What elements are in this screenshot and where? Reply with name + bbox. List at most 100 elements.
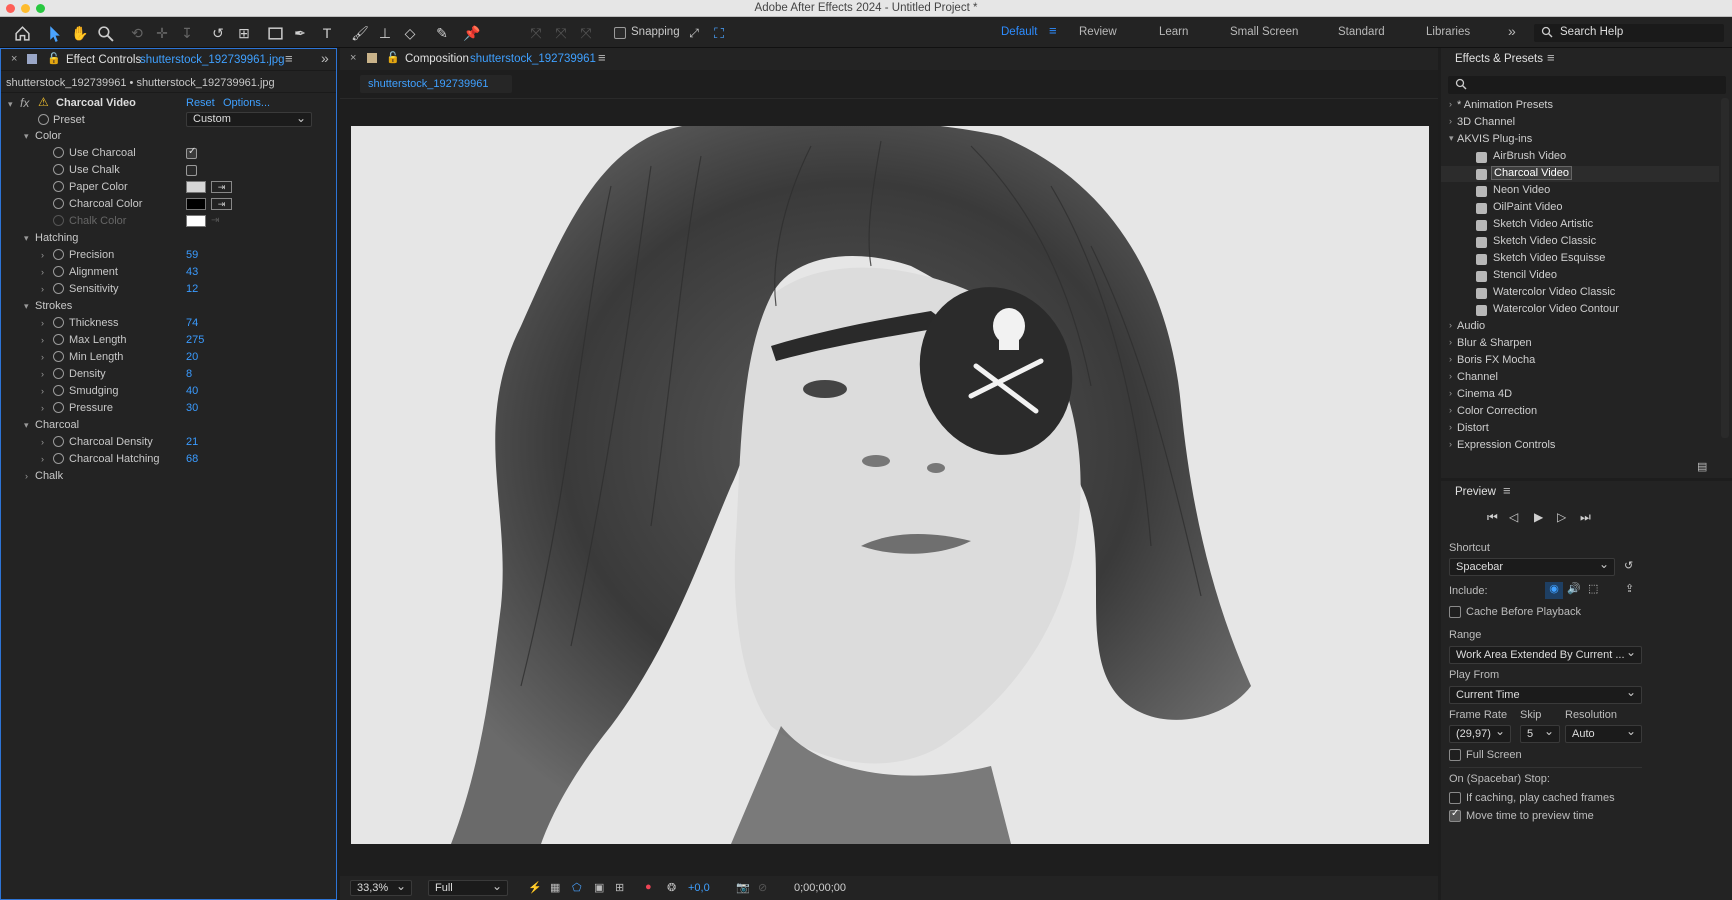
- range-dropdown[interactable]: Work Area Extended By Current ...: [1449, 645, 1642, 664]
- effects-item[interactable]: Watercolor Video Contour: [1441, 302, 1719, 318]
- hand-tool-icon[interactable]: ✋: [70, 23, 90, 43]
- new-bin-icon[interactable]: ▤: [1697, 460, 1707, 473]
- stopwatch-icon[interactable]: [53, 402, 64, 413]
- pen-tool-icon[interactable]: ✒: [290, 23, 310, 43]
- effects-category[interactable]: › Color Correction: [1441, 404, 1719, 420]
- stopwatch-icon[interactable]: [53, 249, 64, 260]
- brush-tool-icon[interactable]: 🖌: [350, 23, 370, 43]
- mask-visibility-icon[interactable]: ⬠: [572, 881, 582, 894]
- eraser-tool-icon[interactable]: ◇: [400, 23, 420, 43]
- rotation-tool-icon[interactable]: ↺: [208, 23, 228, 43]
- rectangle-tool-icon[interactable]: [265, 23, 285, 43]
- charcoal-color-swatch[interactable]: [186, 198, 206, 210]
- current-time-display[interactable]: 0;00;00;00: [794, 882, 846, 894]
- expand-panels-icon[interactable]: »: [321, 50, 329, 66]
- expand-icon[interactable]: ›: [1449, 422, 1452, 432]
- workspace-standard[interactable]: Standard: [1338, 26, 1385, 38]
- play-icon[interactable]: ▶: [1534, 510, 1543, 524]
- expand-property-icon[interactable]: ›: [41, 386, 44, 396]
- eyedropper-icon[interactable]: ⇥: [211, 198, 232, 210]
- expand-icon[interactable]: ›: [1449, 354, 1452, 364]
- transparency-grid-icon[interactable]: ▦: [550, 881, 560, 894]
- workspace-default[interactable]: Default: [1001, 26, 1037, 38]
- next-frame-icon[interactable]: ▷: [1557, 510, 1566, 524]
- effects-item[interactable]: Charcoal Video: [1441, 166, 1719, 182]
- skip-dropdown[interactable]: 5: [1520, 724, 1560, 743]
- use-chalk-checkbox[interactable]: [186, 165, 197, 176]
- precision-value[interactable]: 59: [186, 249, 198, 261]
- dolly-camera-icon[interactable]: ↧: [177, 23, 197, 43]
- cache-before-playback-checkbox[interactable]: [1449, 606, 1461, 618]
- expand-property-icon[interactable]: ›: [41, 250, 44, 260]
- region-of-interest-icon[interactable]: ▣: [594, 881, 604, 894]
- chalk-group-label[interactable]: Chalk: [35, 470, 63, 482]
- stopwatch-icon[interactable]: [53, 317, 64, 328]
- snapshot-camera-icon[interactable]: 📷: [736, 881, 750, 894]
- effects-item[interactable]: AirBrush Video: [1441, 149, 1719, 165]
- workspace-small-screen[interactable]: Small Screen: [1230, 26, 1298, 38]
- zoom-dropdown[interactable]: 33,3%: [350, 879, 412, 896]
- strokes-group-label[interactable]: Strokes: [35, 300, 72, 312]
- composition-tab-name[interactable]: shutterstock_192739961: [470, 53, 596, 65]
- composition-viewer-image[interactable]: [351, 126, 1429, 844]
- hatching-group-toggle-icon[interactable]: ▾: [24, 233, 29, 244]
- last-frame-icon[interactable]: ⏭: [1580, 510, 1591, 525]
- expand-icon[interactable]: ›: [1449, 405, 1452, 415]
- stopwatch-icon[interactable]: [53, 266, 64, 277]
- snapping-checkbox[interactable]: [614, 27, 626, 39]
- effect-controls-tab-label[interactable]: Effect Controls: [66, 54, 141, 66]
- expand-icon[interactable]: ›: [1449, 337, 1452, 347]
- stopwatch-icon[interactable]: [53, 147, 64, 158]
- expand-icon[interactable]: ›: [1449, 371, 1452, 381]
- stopwatch-icon[interactable]: [53, 436, 64, 447]
- color-group-label[interactable]: Color: [35, 130, 61, 142]
- close-tab-icon[interactable]: ×: [350, 52, 356, 64]
- expand-property-icon[interactable]: ›: [41, 318, 44, 328]
- strokes-group-toggle-icon[interactable]: ▾: [24, 301, 29, 312]
- density-value[interactable]: 8: [186, 368, 192, 380]
- stopwatch-icon[interactable]: [53, 368, 64, 379]
- output-icon[interactable]: ⇪: [1625, 582, 1634, 595]
- effects-item[interactable]: Neon Video: [1441, 183, 1719, 199]
- resolution-dropdown[interactable]: Full: [428, 879, 508, 896]
- composition-tab-label[interactable]: Composition: [405, 53, 469, 65]
- stopwatch-icon[interactable]: [53, 385, 64, 396]
- exposure-value[interactable]: +0,0: [688, 882, 710, 894]
- move-time-checkbox[interactable]: ✓: [1449, 808, 1461, 822]
- expand-icon[interactable]: ›: [1449, 388, 1452, 398]
- include-overlays-icon[interactable]: ⬚: [1588, 582, 1598, 595]
- effects-item[interactable]: OilPaint Video: [1441, 200, 1719, 216]
- snap-features-icon[interactable]: ⛶: [709, 23, 729, 43]
- workspace-libraries[interactable]: Libraries: [1426, 26, 1470, 38]
- axis-view-icon[interactable]: ⤧: [576, 23, 596, 43]
- orbit-camera-icon[interactable]: ⟲: [127, 23, 147, 43]
- stopwatch-icon[interactable]: [53, 351, 64, 362]
- pan-camera-icon[interactable]: ✛: [152, 23, 172, 43]
- stopwatch-icon[interactable]: [53, 334, 64, 345]
- panel-menu-icon[interactable]: ≡: [285, 51, 293, 66]
- type-tool-icon[interactable]: T: [317, 23, 337, 43]
- effects-category[interactable]: › Blur & Sharpen: [1441, 336, 1719, 352]
- effects-item[interactable]: Sketch Video Artistic: [1441, 217, 1719, 233]
- grid-guides-icon[interactable]: ⊞: [615, 881, 624, 894]
- paper-color-swatch[interactable]: [186, 181, 206, 193]
- expand-property-icon[interactable]: ›: [41, 284, 44, 294]
- charcoal-hatching-value[interactable]: 68: [186, 453, 198, 465]
- color-management-icon[interactable]: ❂: [667, 881, 676, 894]
- expand-property-icon[interactable]: ›: [41, 335, 44, 345]
- expand-icon[interactable]: ›: [1449, 116, 1452, 126]
- preset-stopwatch-icon[interactable]: [38, 114, 49, 125]
- axis-world-icon[interactable]: ⤧: [551, 23, 571, 43]
- lock-icon[interactable]: 🔓: [47, 52, 61, 65]
- panel-menu-icon[interactable]: ≡: [1503, 483, 1511, 498]
- lock-icon[interactable]: 🔓: [386, 51, 400, 64]
- stopwatch-icon[interactable]: [53, 164, 64, 175]
- color-group-toggle-icon[interactable]: ▾: [24, 131, 29, 142]
- expand-property-icon[interactable]: ›: [41, 267, 44, 277]
- close-tab-icon[interactable]: ×: [11, 53, 17, 65]
- clone-stamp-tool-icon[interactable]: ⊥: [375, 23, 395, 43]
- max-length-value[interactable]: 275: [186, 334, 204, 346]
- effects-category[interactable]: › Distort: [1441, 421, 1719, 437]
- include-audio-icon[interactable]: 🔊: [1567, 582, 1581, 595]
- effects-category[interactable]: › Cinema 4D: [1441, 387, 1719, 403]
